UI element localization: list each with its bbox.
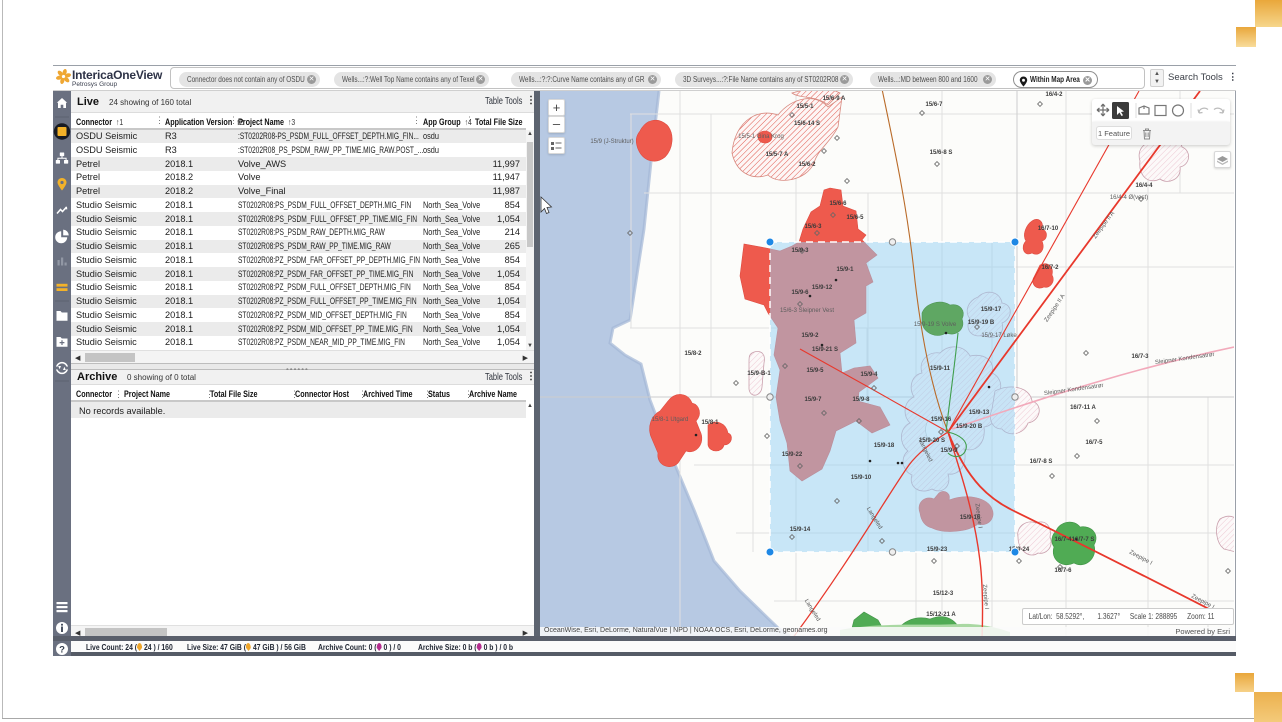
svg-text:15/5-7 A: 15/5-7 A xyxy=(766,152,789,158)
svg-text:?: ? xyxy=(59,645,65,656)
svg-text:15/6-7: 15/6-7 xyxy=(925,102,943,108)
svg-text:15/8-2: 15/8-2 xyxy=(684,351,702,357)
svg-text:15/6-6: 15/6-6 xyxy=(829,201,847,207)
svg-text:15/9-18: 15/9-18 xyxy=(874,443,895,449)
svg-text:15/9-7: 15/9-7 xyxy=(804,397,822,403)
svg-text:15/6-3 Sleipner Vest: 15/6-3 Sleipner Vest xyxy=(780,308,834,314)
svg-text:16/7-11 A: 16/7-11 A xyxy=(1070,405,1096,411)
svg-text:16/7-3: 16/7-3 xyxy=(1131,354,1149,360)
svg-text:15/9-9: 15/9-9 xyxy=(940,448,958,454)
svg-text:15/9-23: 15/9-23 xyxy=(927,547,948,553)
svg-text:15/9-11: 15/9-11 xyxy=(930,366,951,372)
svg-text:15/9-3: 15/9-3 xyxy=(791,248,809,254)
svg-text:15/9-4: 15/9-4 xyxy=(860,372,878,378)
svg-text:15/12-21 A: 15/12-21 A xyxy=(926,612,956,618)
svg-text:Sleipner Kondensatrør: Sleipner Kondensatrør xyxy=(1044,383,1104,397)
svg-text:16/7-5: 16/7-5 xyxy=(1085,440,1103,446)
svg-text:15/6-8 S: 15/6-8 S xyxy=(930,150,953,156)
svg-text:15/9-22: 15/9-22 xyxy=(782,452,803,458)
svg-text:Zeepipe II A: Zeepipe II A xyxy=(1092,211,1116,240)
svg-text:15/8-1: 15/8-1 xyxy=(701,420,719,426)
svg-text:16/4-4: 16/4-4 xyxy=(1135,183,1153,189)
svg-text:Zeepipe I: Zeepipe I xyxy=(1128,550,1153,567)
svg-text:15/9-10: 15/9-10 xyxy=(851,475,872,481)
svg-text:15/9-14: 15/9-14 xyxy=(790,527,811,533)
svg-text:15/9-17 Løke: 15/9-17 Løke xyxy=(981,333,1017,339)
svg-text:15/6-3: 15/6-3 xyxy=(804,224,822,230)
svg-text:16/7-4: 16/7-4 xyxy=(1054,537,1072,543)
svg-text:15/9-21 S: 15/9-21 S xyxy=(812,347,838,353)
svg-text:15/9-6: 15/9-6 xyxy=(791,290,809,296)
svg-text:16/7-7 S: 16/7-7 S xyxy=(1072,537,1095,543)
svg-text:15/9-1: 15/9-1 xyxy=(836,267,854,273)
svg-text:15/12-3: 15/12-3 xyxy=(933,591,954,597)
svg-text:Langeled: Langeled xyxy=(865,506,883,530)
svg-text:15/9-17: 15/9-17 xyxy=(981,307,1002,313)
svg-text:15/8-1 Utgard: 15/8-1 Utgard xyxy=(652,417,689,423)
svg-text:15/9-5: 15/9-5 xyxy=(806,368,824,374)
svg-text:16/4-2: 16/4-2 xyxy=(1045,92,1063,98)
svg-text:16/7-6: 16/7-6 xyxy=(1054,568,1072,574)
svg-text:16/7-10: 16/7-10 xyxy=(1038,226,1059,232)
svg-text:16/4-4 Ø(vest): 16/4-4 Ø(vest) xyxy=(1110,195,1148,201)
svg-text:15/6-5: 15/6-5 xyxy=(846,215,864,221)
svg-text:Zeepipe I: Zeepipe I xyxy=(981,584,989,610)
svg-text:15/9-13: 15/9-13 xyxy=(969,410,990,416)
svg-text:15/6-14 S: 15/6-14 S xyxy=(794,121,820,127)
svg-text:15/9-B-1: 15/9-B-1 xyxy=(747,371,771,377)
svg-text:15/9-8: 15/9-8 xyxy=(852,397,870,403)
svg-text:Zeepipe II A: Zeepipe II A xyxy=(1044,293,1067,323)
svg-text:15/9-19 S Volve: 15/9-19 S Volve xyxy=(914,322,957,328)
svg-text:15/9-20 B: 15/9-20 B xyxy=(956,424,983,430)
svg-text:15/5-1 Gina Krog: 15/5-1 Gina Krog xyxy=(738,134,784,140)
svg-text:16/7-8 S: 16/7-8 S xyxy=(1030,459,1053,465)
svg-text:15/9 (J-Struktur): 15/9 (J-Struktur) xyxy=(590,139,633,145)
svg-text:15/9-2: 15/9-2 xyxy=(801,333,819,339)
svg-text:Sleipner Kondensatrør: Sleipner Kondensatrør xyxy=(1155,352,1215,366)
svg-text:15/9-19 B: 15/9-19 B xyxy=(968,320,995,326)
svg-text:15/9-12: 15/9-12 xyxy=(812,285,833,291)
svg-text:15/9-16: 15/9-16 xyxy=(931,417,952,423)
svg-text:15/5-1: 15/5-1 xyxy=(796,104,814,110)
svg-text:15/6-2: 15/6-2 xyxy=(798,162,816,168)
svg-text:15/6-9 A: 15/6-9 A xyxy=(823,96,846,102)
svg-text:Langeled: Langeled xyxy=(803,598,821,622)
svg-text:16/7-2: 16/7-2 xyxy=(1041,265,1059,271)
